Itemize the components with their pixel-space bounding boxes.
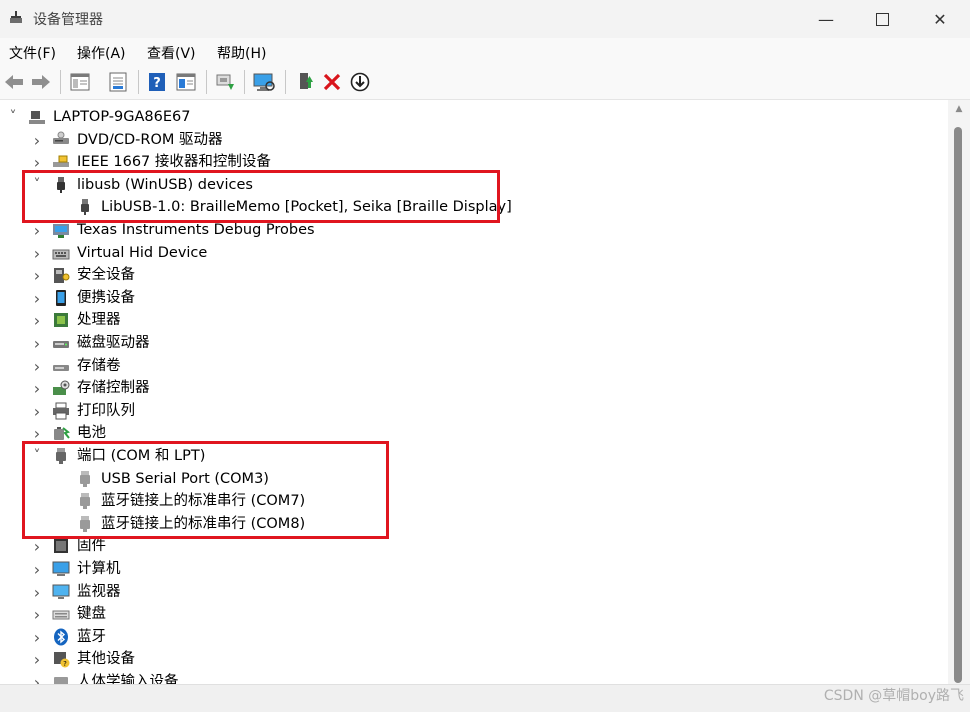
bluetooth-icon [52,628,70,646]
computer-icon [52,560,70,578]
download-icon[interactable] [349,71,371,93]
processor-icon [52,311,70,329]
tree-category[interactable]: 计算机 [77,558,121,580]
keyboard-icon [52,605,70,623]
menu-help[interactable]: 帮助(H) [217,43,266,63]
tree-category[interactable]: 键盘 [77,603,106,625]
tree-category[interactable]: 便携设备 [77,287,135,309]
tree-category[interactable]: 安全设备 [77,264,135,286]
firmware-icon [52,537,70,555]
battery-icon [52,424,71,442]
show-hide-icon[interactable] [107,71,129,93]
chevron-right-icon[interactable]: › [32,558,42,580]
minimize-button[interactable]: — [797,0,855,38]
monitor-icon [52,583,70,601]
back-icon[interactable] [3,71,25,93]
chevron-right-icon[interactable]: › [32,377,42,399]
tree-root-computer[interactable]: LAPTOP-9GA86E67 [53,106,190,128]
portable-device-icon [52,289,70,307]
security-device-icon [52,266,70,284]
chevron-right-icon[interactable]: › [32,332,42,354]
tree-category[interactable]: 其他设备 [77,648,135,670]
highlight-box-libusb [22,170,500,223]
tree-category[interactable]: 处理器 [77,309,121,331]
svg-text:?: ? [153,76,161,91]
storage-controller-icon [52,379,70,397]
toolbar-separator [285,70,286,94]
tree-category[interactable]: DVD/CD-ROM 驱动器 [77,129,223,151]
disk-drive-icon [52,334,70,352]
storage-volume-icon [52,357,70,375]
toolbar-separator [244,70,245,94]
printer-icon [52,402,70,420]
help-icon[interactable]: ? [146,71,168,93]
dvd-drive-icon [52,131,70,149]
computer-root-icon [28,108,46,126]
chevron-down-icon[interactable]: ˅ [8,106,18,128]
debug-probe-icon [52,221,70,239]
chevron-right-icon[interactable]: › [32,309,42,331]
menu-bar [0,38,970,66]
tree-category[interactable]: 蓝牙 [77,626,106,648]
svg-text:?: ? [63,660,67,668]
menu-action[interactable]: 操作(A) [77,43,126,63]
chevron-right-icon[interactable]: › [32,581,42,603]
highlight-box-ports [22,441,389,539]
enable-device-icon[interactable] [294,71,316,93]
tree-category[interactable]: Virtual Hid Device [77,242,207,264]
other-device-icon: ? [52,650,70,668]
window-title: 设备管理器 [33,12,103,28]
device-manager-icon [10,11,22,23]
watermark: CSDN @草帽boy路飞 [823,688,964,704]
tree-category[interactable]: 存储控制器 [77,377,150,399]
chevron-right-icon[interactable]: › [32,626,42,648]
update-driver-icon[interactable] [214,71,236,93]
menu-file[interactable]: 文件(F) [9,43,56,63]
close-button[interactable]: ✕ [911,0,969,38]
forward-icon[interactable] [30,71,52,93]
chevron-right-icon[interactable]: › [32,648,42,670]
toolbar-separator [60,70,61,94]
scan-hardware-icon[interactable] [253,71,275,93]
tree-category[interactable]: 磁盘驱动器 [77,332,150,354]
toolbar-separator [138,70,139,94]
chevron-right-icon[interactable]: › [32,287,42,309]
chevron-right-icon[interactable]: › [32,603,42,625]
chevron-right-icon[interactable]: › [32,129,42,151]
scroll-up-arrow[interactable]: ▲ [954,104,964,116]
chevron-right-icon[interactable]: › [32,264,42,286]
scrollbar-thumb[interactable] [954,127,962,683]
toolbar-separator [206,70,207,94]
menu-view[interactable]: 查看(V) [147,43,196,63]
chevron-right-icon[interactable]: › [32,242,42,264]
properties-icon[interactable] [69,71,91,93]
chevron-right-icon[interactable]: › [32,355,42,377]
tree-category[interactable]: 打印队列 [77,400,135,422]
ieee-device-icon [52,153,70,171]
maximize-button[interactable] [853,0,911,38]
tree-category[interactable]: 监视器 [77,581,121,603]
chevron-right-icon[interactable]: › [32,400,42,422]
tree-category[interactable]: 存储卷 [77,355,121,377]
view-icon[interactable] [175,71,197,93]
uninstall-icon[interactable] [321,71,343,93]
keyboard-hid-icon [52,244,70,262]
